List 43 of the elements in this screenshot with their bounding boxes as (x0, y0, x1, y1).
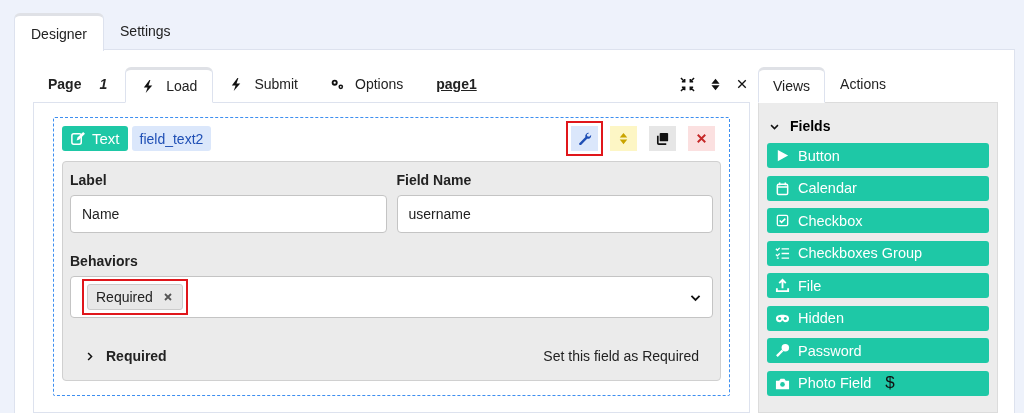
checklist-icon (775, 245, 790, 261)
remove-button[interactable] (161, 291, 174, 303)
tag-label: Required (96, 289, 153, 305)
label-input[interactable]: Name (70, 195, 387, 233)
close-icon (694, 131, 709, 146)
tab[interactable]: Views (758, 67, 826, 103)
page-label: Page (48, 76, 82, 92)
field-type-label: Text (92, 130, 120, 147)
field-label: Behaviors (70, 253, 138, 269)
checkbox-icon (775, 213, 790, 228)
wrench-icon (577, 131, 592, 146)
close-button[interactable] (736, 78, 748, 90)
calendar-icon (775, 180, 790, 196)
rule-title: Required (106, 348, 167, 364)
field-name-badge: field_text2 (131, 126, 212, 151)
sort-icon (709, 77, 722, 91)
behaviors-select[interactable]: Required (70, 276, 713, 318)
field-label: Field Name (396, 172, 472, 188)
close-icon (736, 78, 748, 90)
close-icon (161, 291, 174, 303)
field-name-input[interactable]: username (396, 195, 713, 233)
price-label: $ (885, 373, 895, 393)
compress-icon (680, 76, 695, 92)
edit-icon (70, 131, 85, 146)
fields-group-header[interactable]: Fields (767, 117, 837, 135)
tab[interactable]: Options (314, 66, 420, 102)
settings-button[interactable] (566, 121, 603, 156)
rule-description: Set this field as Required (543, 348, 699, 364)
tab[interactable]: Designer (14, 13, 105, 51)
tab[interactable]: Settings (104, 12, 187, 50)
tab[interactable]: Load (125, 67, 214, 103)
page-name-link[interactable]: page1 (436, 76, 477, 92)
tab[interactable]: Submit (213, 66, 314, 102)
page-number: 1 (99, 76, 108, 92)
field-label: Label (70, 172, 107, 188)
field-type-button[interactable]: Photo Field $ (767, 370, 989, 396)
play-icon (775, 148, 790, 163)
copy-icon (655, 131, 670, 146)
sort-button[interactable] (709, 77, 722, 91)
upload-icon (775, 278, 790, 293)
collapse-button[interactable] (680, 76, 695, 92)
key-icon (775, 343, 790, 358)
tab[interactable]: Actions (825, 66, 901, 102)
